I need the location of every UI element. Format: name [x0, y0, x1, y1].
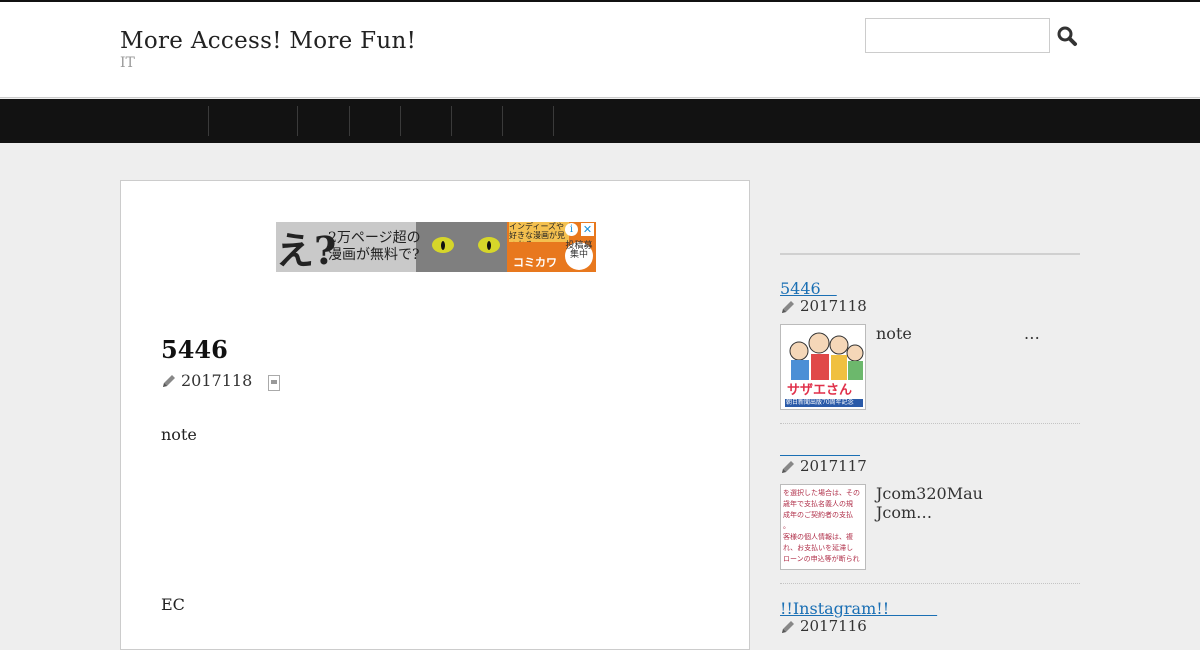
nav-item-2[interactable] [209, 99, 297, 143]
thumbnail-text-line: 客様の個人情報は、複 [783, 533, 853, 541]
nav-item-4[interactable] [350, 99, 400, 143]
pencil-icon [161, 373, 177, 393]
ad-brand-logo: コミカワ [513, 256, 557, 269]
post-date: 2017118 [181, 371, 253, 390]
sidebar-entry-date: 2017116 [800, 617, 867, 635]
nav-separator [553, 106, 554, 136]
nav-item-6[interactable] [452, 99, 502, 143]
site-header: More Access! More Fun! IT [0, 2, 1200, 98]
magnifier-icon [1057, 26, 1077, 46]
ad-line-2: 漫画が無料で? [328, 247, 420, 263]
document-icon [268, 375, 280, 395]
main-nav [0, 99, 1200, 143]
ad-headline-text: 2万ページ超の 漫画が無料で? [328, 230, 421, 264]
pencil-icon [780, 619, 796, 639]
nav-item-5[interactable] [401, 99, 451, 143]
post-card: え? 2万ページ超の 漫画が無料で? インディーズや好きな漫画が見つかる コミカ… [120, 180, 750, 650]
cat-eye-right [478, 237, 500, 253]
ad-tagline: インディーズや好きな漫画が見つかる [509, 222, 569, 242]
ad-line-1: 2万ページ超の [328, 230, 421, 246]
sidebar-entry-title[interactable] [780, 435, 860, 459]
site-description: IT [120, 55, 135, 71]
post-title: 5446 [161, 335, 228, 364]
cat-image [416, 222, 511, 272]
nav-item-3[interactable] [298, 99, 349, 143]
thumbnail-text-line: 。 [783, 522, 790, 530]
sidebar-divider [780, 253, 1080, 255]
ad-bubble: 投稿募集中 [565, 242, 593, 270]
ad-close-icon[interactable]: ✕ [581, 223, 594, 236]
site-title[interactable]: More Access! More Fun! [120, 28, 416, 54]
ad-info-icon[interactable]: i [565, 223, 578, 236]
nav-item-7[interactable] [503, 99, 553, 143]
sidebar-entry-date: 2017117 [800, 457, 867, 475]
search-button[interactable] [1055, 24, 1079, 48]
sidebar-entry-thumbnail[interactable]: サザエさん 朝日新聞出版70周年記念 [780, 324, 866, 410]
post-paragraph: note [161, 425, 197, 444]
pencil-icon [780, 299, 796, 319]
thumbnail-text-line: 歳年で支払名義人の規 [783, 500, 853, 508]
cat-eye-left [432, 237, 454, 253]
thumbnail-text-line: ローンの申込等が断られ [783, 555, 860, 563]
thumbnail-text-line: れ、お支払いを延滞し [783, 544, 854, 552]
thumbnail-caption: サザエさん [787, 383, 853, 398]
nav-item-1[interactable] [120, 99, 208, 143]
sidebar-entry-title[interactable]: !!Instagram!! [780, 595, 937, 619]
sidebar-entry-excerpt: Jcom320Mau Jcom… [876, 484, 983, 522]
ad-banner[interactable]: え? 2万ページ超の 漫画が無料で? インディーズや好きな漫画が見つかる コミカ… [276, 222, 596, 272]
sidebar-entry-divider [780, 423, 1080, 424]
sidebar-entry-divider [780, 583, 1080, 584]
thumbnail-text-line: を選択した場合は、その [783, 489, 860, 497]
thumbnail-subcaption: 朝日新聞出版70周年記念 [786, 399, 854, 406]
thumbnail-text-line: 成年のご契約者の支払 [783, 511, 853, 519]
search-input[interactable] [865, 18, 1050, 53]
sidebar-entry-excerpt: note … [876, 324, 1040, 343]
post-paragraph: EC [161, 595, 185, 614]
sidebar-entry-title[interactable]: 5446 [780, 275, 837, 299]
sidebar-entry-thumbnail[interactable]: を選択した場合は、その 歳年で支払名義人の規 成年のご契約者の支払 。 客様の個… [780, 484, 866, 570]
pencil-icon [780, 459, 796, 479]
sidebar-entry-date: 2017118 [800, 297, 867, 315]
